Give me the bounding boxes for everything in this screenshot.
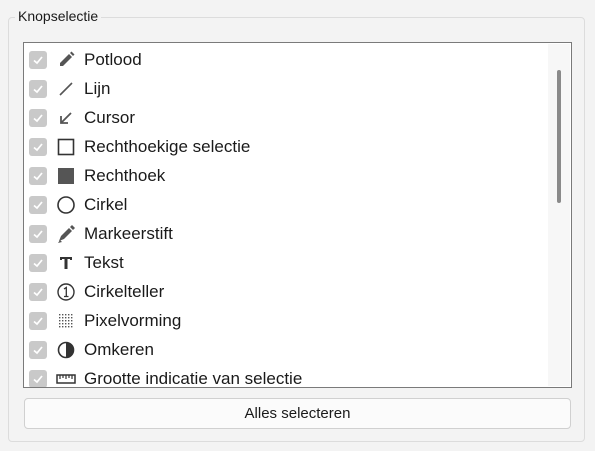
checkbox[interactable]: [29, 312, 47, 330]
checkbox[interactable]: [29, 109, 47, 127]
checkbox[interactable]: [29, 254, 47, 272]
ruler-icon: [56, 369, 76, 387]
list-item-label: Cursor: [84, 108, 136, 127]
text-icon: [56, 253, 76, 273]
list-item[interactable]: Cirkelteller: [29, 278, 544, 306]
list-item[interactable]: Markeerstift: [29, 220, 544, 248]
list-item-label: Cirkelteller: [84, 282, 165, 301]
invert-icon: [56, 340, 76, 360]
checkbox[interactable]: [29, 167, 47, 185]
list-item-label: Pixelvorming: [84, 311, 182, 330]
list-item-label: Lijn: [84, 79, 111, 98]
list-item[interactable]: Rechthoekige selectie: [29, 133, 544, 161]
list-item[interactable]: Lijn: [29, 75, 544, 103]
checkbox[interactable]: [29, 225, 47, 243]
circle-icon: [56, 195, 76, 215]
line-icon: [56, 79, 76, 99]
filled-rectangle-icon: [56, 166, 76, 186]
pixelate-icon: [56, 311, 76, 331]
scrollbar[interactable]: [548, 44, 570, 386]
list-item[interactable]: Rechthoek: [29, 162, 544, 190]
checkbox[interactable]: [29, 51, 47, 69]
list-item[interactable]: Omkeren: [29, 336, 544, 364]
checkbox[interactable]: [29, 370, 47, 387]
select-all-button[interactable]: Alles selecteren: [24, 398, 571, 429]
list-item-label: Potlood: [84, 50, 142, 69]
list-item-label: Cirkel: [84, 195, 128, 214]
checkbox[interactable]: [29, 80, 47, 98]
list-item-label: Markeerstift: [84, 224, 173, 243]
list-item-label: Rechthoekige selectie: [84, 137, 251, 156]
checkbox[interactable]: [29, 138, 47, 156]
selection-rectangle-icon: [56, 137, 76, 157]
list-item[interactable]: Grootte indicatie van selectie: [29, 365, 544, 388]
list-item-label: Grootte indicatie van selectie: [84, 369, 303, 388]
arrow-icon: [56, 108, 76, 128]
list-item-label: Tekst: [84, 253, 124, 272]
checkbox[interactable]: [29, 341, 47, 359]
checkbox[interactable]: [29, 196, 47, 214]
checkbox[interactable]: [29, 283, 47, 301]
list-item[interactable]: Pixelvorming: [29, 307, 544, 335]
scrollbar-thumb[interactable]: [557, 70, 561, 203]
list-item[interactable]: Tekst: [29, 249, 544, 277]
marker-icon: [56, 224, 76, 244]
list-item-label: Omkeren: [84, 340, 154, 359]
list-item[interactable]: Cursor: [29, 104, 544, 132]
circle-counter-icon: [56, 282, 76, 302]
pencil-icon: [56, 50, 76, 70]
list-item-label: Rechthoek: [84, 166, 166, 185]
group-title: Knopselectie: [15, 8, 102, 24]
list-item[interactable]: Cirkel: [29, 191, 544, 219]
list-item[interactable]: Potlood: [29, 46, 544, 74]
button-list[interactable]: Potlood Lijn Cursor Rechthoekige selectie Re…: [23, 42, 572, 388]
